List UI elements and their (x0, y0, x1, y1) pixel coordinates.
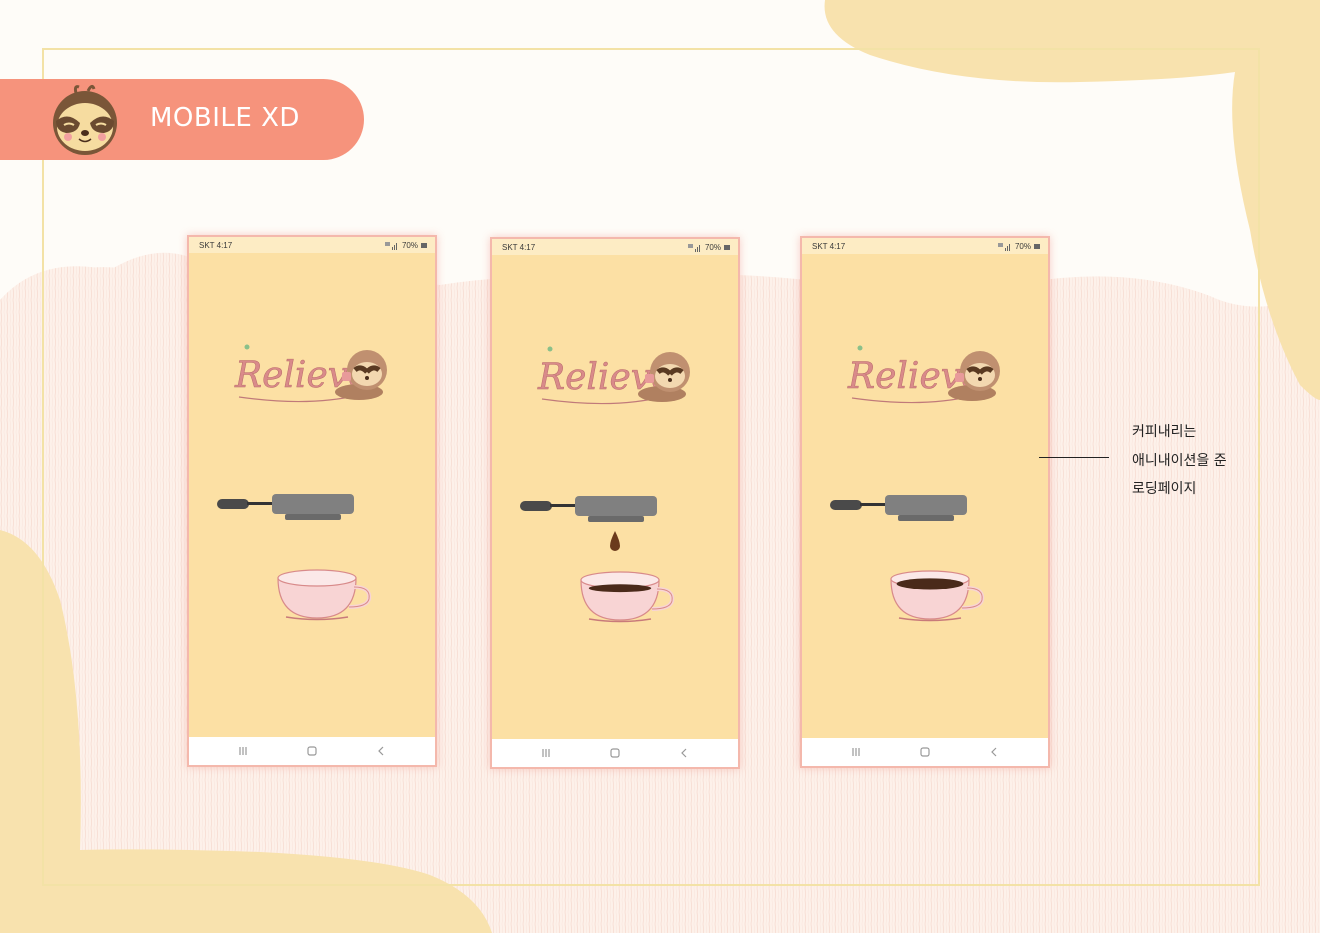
back-icon[interactable] (374, 744, 388, 758)
recent-apps-icon[interactable] (236, 744, 250, 758)
phone-screen-2: SKT 4:17 70% Relieve (492, 239, 738, 767)
phone-screen-1: SKT 4:17 70% Relieve (189, 237, 435, 765)
loading-scene: Relieve (830, 345, 1000, 622)
sloth-face-icon (53, 84, 117, 155)
coffee-drop (610, 531, 620, 551)
caption-line-1: 커피내리는 (1132, 424, 1197, 440)
banner-title: MOBILE XD (150, 103, 300, 133)
relieve-logo: Relieve (847, 345, 1000, 404)
home-icon[interactable] (305, 744, 319, 758)
android-nav-bar (189, 737, 435, 765)
relieve-logo: Relieve (234, 344, 387, 403)
caption-connector-line (1039, 457, 1109, 458)
frying-pan (217, 494, 354, 520)
home-icon[interactable] (918, 745, 932, 759)
loading-scene: Relieve (217, 344, 387, 621)
header-banner: MOBILE XD (0, 79, 364, 160)
coffee-cup (890, 570, 985, 622)
android-nav-bar (492, 739, 738, 767)
back-icon[interactable] (677, 746, 691, 760)
relieve-logo: Relieve (537, 346, 690, 405)
loading-scene: Relieve (520, 346, 690, 623)
recent-apps-icon[interactable] (849, 745, 863, 759)
recent-apps-icon[interactable] (539, 746, 553, 760)
home-icon[interactable] (608, 746, 622, 760)
coffee-cup (580, 571, 675, 623)
phone-screen-3: SKT 4:17 70% Relieve (802, 238, 1048, 766)
caption-line-3: 로딩페이지 (1132, 481, 1197, 497)
frying-pan (520, 496, 657, 522)
caption: 커피내리는 애니내이션을 준 로딩페이지 (1132, 418, 1227, 504)
caption-line-2: 애니내이션을 준 (1132, 452, 1227, 469)
frying-pan (830, 495, 967, 521)
back-icon[interactable] (987, 745, 1001, 759)
coffee-cup (277, 569, 372, 621)
coffee-surface (896, 578, 964, 590)
android-nav-bar (802, 738, 1048, 766)
coffee-surface (588, 584, 652, 593)
